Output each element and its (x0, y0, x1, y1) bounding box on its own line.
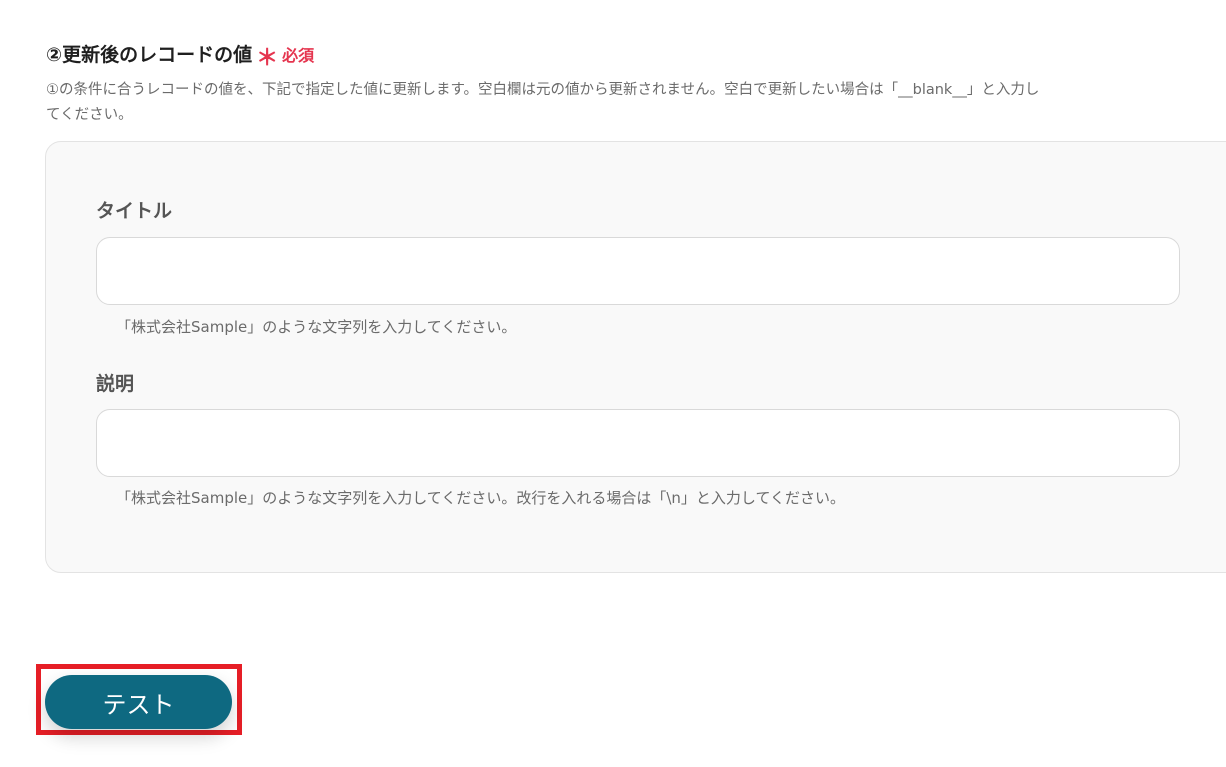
section-description: ①の条件に合うレコードの値を、下記で指定した値に更新します。空白欄は元の値から更… (46, 78, 1226, 128)
description-field-help: 「株式会社Sample」のような文字列を入力してください。改行を入れる場合は「\… (116, 489, 846, 507)
title-input[interactable] (96, 237, 1180, 305)
section-header: ②更新後のレコードの値 ＊ 必須 (46, 36, 315, 71)
test-button[interactable]: テスト (45, 675, 232, 729)
required-label: 必須 (282, 46, 315, 65)
description-input[interactable] (96, 409, 1180, 477)
description-line-1: ①の条件に合うレコードの値を、下記で指定した値に更新します。空白欄は元の値から更… (46, 82, 1040, 98)
description-field-label: 説明 (96, 373, 135, 395)
required-asterisk-icon: ＊ (256, 46, 279, 71)
description-line-2: てください。 (46, 107, 133, 123)
fields-panel: タイトル 「株式会社Sample」のような文字列を入力してください。 説明 「株… (45, 141, 1226, 573)
page: ②更新後のレコードの値 ＊ 必須 ①の条件に合うレコードの値を、下記で指定した値… (0, 0, 1226, 767)
title-field-help: 「株式会社Sample」のような文字列を入力してください。 (116, 318, 517, 336)
section-title: ②更新後のレコードの値 (46, 44, 253, 66)
title-field-label: タイトル (96, 200, 173, 222)
